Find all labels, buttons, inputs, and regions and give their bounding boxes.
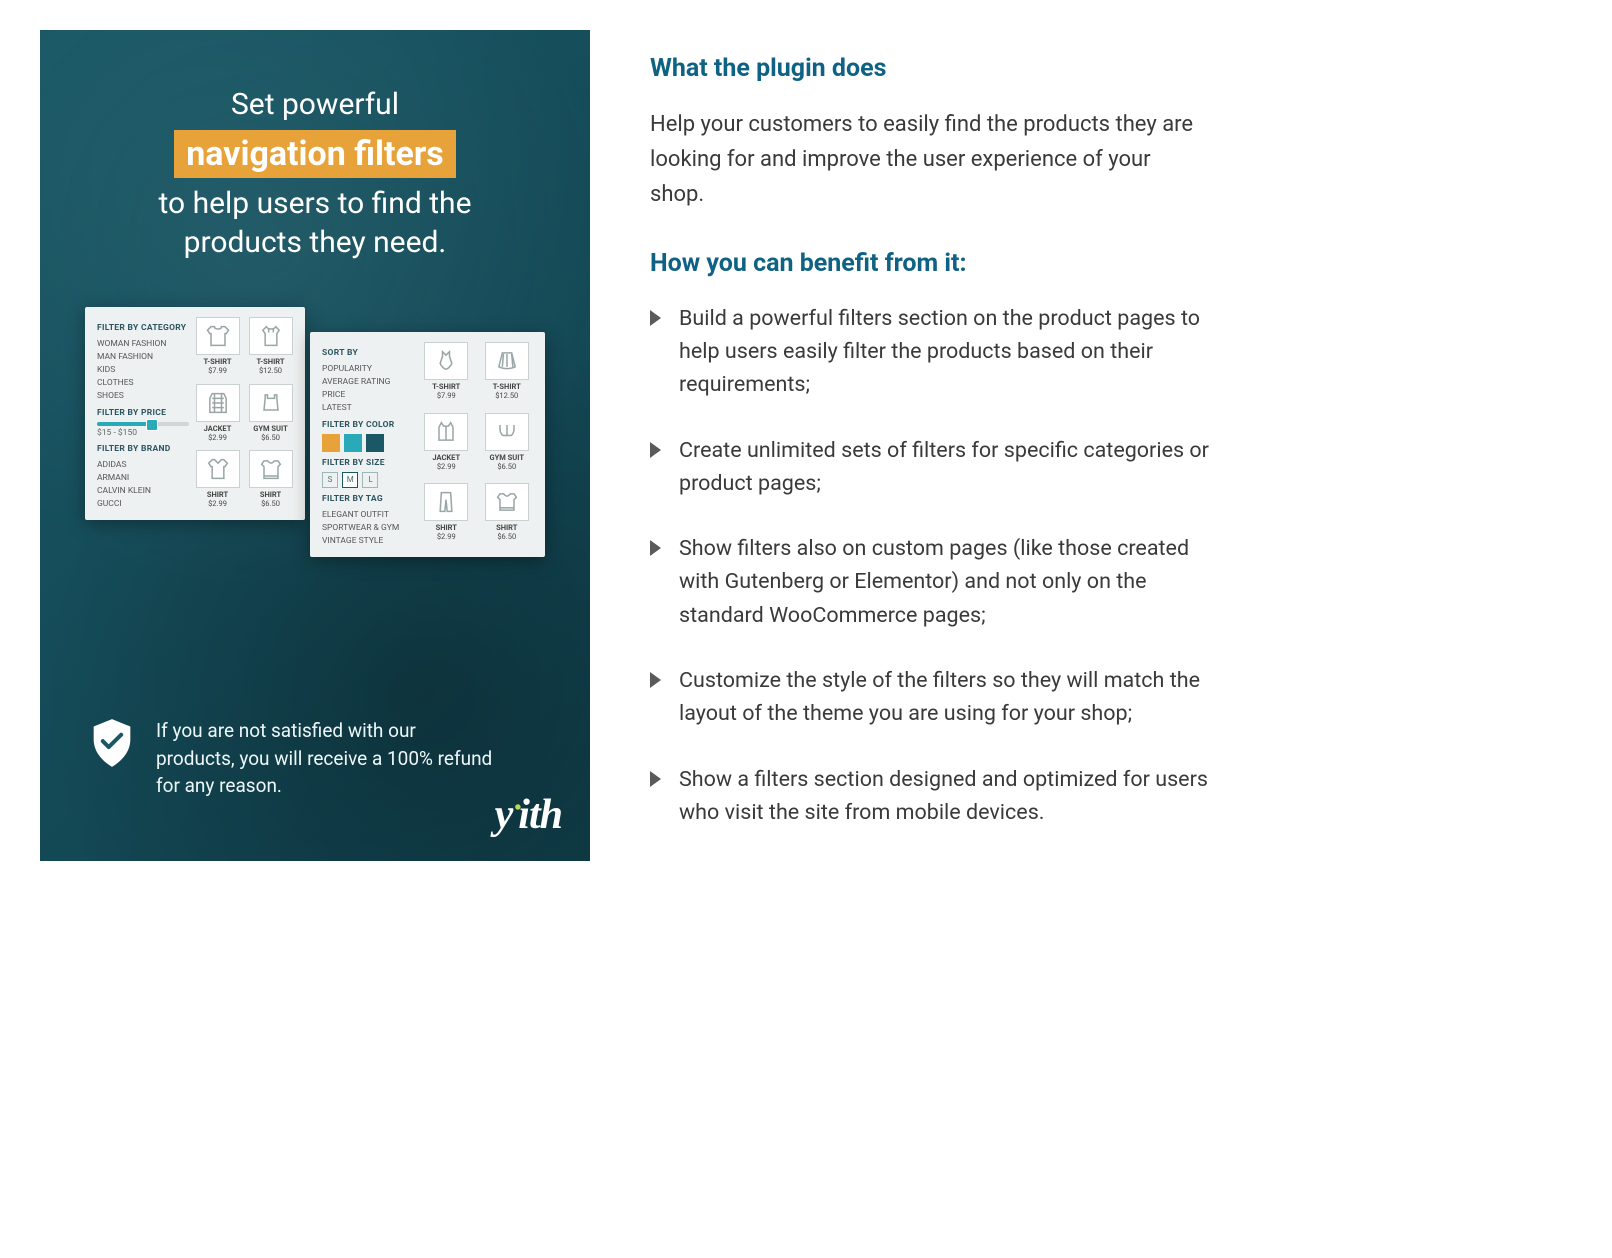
heading-benefits: How you can benefit from it: (650, 249, 1210, 278)
filter-brand-title: FILTER BY BRAND (97, 444, 189, 454)
filter-category-list: WOMAN FASHION MAN FASHION KIDS CLOTHES S… (97, 337, 189, 402)
product-tile: GYM SUIT $6.50 (248, 384, 293, 444)
refund-guarantee: If you are not satisfied with our produc… (80, 717, 550, 800)
chevron-right-icon (650, 672, 661, 688)
swatch-teal-icon (344, 434, 362, 452)
promo-panel: Set powerful navigation filters to help … (40, 30, 590, 861)
shirt-icon (204, 455, 232, 483)
benefits-list: Build a powerful filters section on the … (650, 302, 1210, 830)
benefit-text: Build a powerful filters section on the … (679, 302, 1210, 402)
price-slider (97, 422, 189, 426)
product-grid: T-SHIRT $7.99 T-SHIRT $12.50 JACKET $2.9… (420, 342, 533, 547)
sweater-icon (493, 488, 521, 516)
price-range-label: $15 - $150 (97, 428, 189, 438)
product-tile: SHIRT $6.50 (481, 483, 534, 547)
shield-check-icon (90, 717, 134, 769)
list-item: GUCCI (97, 497, 189, 510)
shirt-icon (257, 455, 285, 483)
filter-tag-title: FILTER BY TAG (322, 494, 414, 504)
size-l: L (362, 472, 378, 488)
headline-post-2: products they need. (184, 225, 447, 260)
list-item: SPORTWEAR & GYM (322, 521, 414, 534)
benefit-item: Build a powerful filters section on the … (650, 302, 1210, 402)
product-tile: GYM SUIT $6.50 (481, 413, 534, 477)
product-tile: T-SHIRT $7.99 (195, 317, 240, 377)
list-item: ADIDAS (97, 458, 189, 471)
filter-tag-list: ELEGANT OUTFIT SPORTWEAR & GYM VINTAGE S… (322, 508, 414, 547)
headline-highlight: navigation filters (174, 130, 456, 178)
product-tile: T-SHIRT $7.99 (420, 342, 473, 406)
filter-price-title: FILTER BY PRICE (97, 408, 189, 418)
size-s: S (322, 472, 338, 488)
hoodie-icon (257, 322, 285, 350)
list-item: AVERAGE RATING (322, 375, 414, 388)
chevron-right-icon (650, 540, 661, 556)
benefit-item: Show filters also on custom pages (like … (650, 532, 1210, 632)
sort-by-title: SORT BY (322, 348, 414, 358)
list-item: KIDS (97, 363, 189, 376)
chevron-right-icon (650, 310, 661, 326)
filter-brand-list: ADIDAS ARMANI CALVIN KLEIN GUCCI (97, 458, 189, 510)
content-column: What the plugin does Help your customers… (650, 30, 1210, 861)
product-tile: JACKET $2.99 (420, 413, 473, 477)
headline-pre: Set powerful (231, 87, 399, 122)
list-item: CALVIN KLEIN (97, 484, 189, 497)
size-m: M (342, 472, 358, 488)
swatch-dark-icon (366, 434, 384, 452)
product-tile: T-SHIRT $12.50 (248, 317, 293, 377)
filter-color-title: FILTER BY COLOR (322, 420, 414, 430)
benefit-text: Create unlimited sets of filters for spe… (679, 434, 1210, 501)
list-item: VINTAGE STYLE (322, 534, 414, 547)
swatch-orange-icon (322, 434, 340, 452)
benefit-item: Customize the style of the filters so th… (650, 664, 1210, 731)
product-grid: T-SHIRT $7.99 T-SHIRT $12.50 JACKET $2.9… (195, 317, 293, 510)
list-item: CLOTHES (97, 376, 189, 389)
list-item: POPULARITY (322, 362, 414, 375)
chevron-right-icon (650, 442, 661, 458)
list-item: PRICE (322, 388, 414, 401)
tshirt-icon (204, 322, 232, 350)
jacket-icon (204, 389, 232, 417)
promo-headline: Set powerful navigation filters to help … (80, 85, 550, 262)
benefit-text: Show filters also on custom pages (like … (679, 532, 1210, 632)
skirt-icon (493, 347, 521, 375)
color-swatches (322, 434, 414, 452)
bra-icon (493, 418, 521, 446)
pants-icon (432, 488, 460, 516)
vest-icon (432, 418, 460, 446)
lead-paragraph: Help your customers to easily find the p… (650, 107, 1210, 213)
yith-logo: y•ith (495, 791, 562, 839)
benefit-text: Show a filters section designed and opti… (679, 763, 1210, 830)
top-icon (257, 389, 285, 417)
filter-category-title: FILTER BY CATEGORY (97, 323, 189, 333)
product-tile: T-SHIRT $12.50 (481, 342, 534, 406)
sort-by-list: POPULARITY AVERAGE RATING PRICE LATEST (322, 362, 414, 414)
benefit-text: Customize the style of the filters so th… (679, 664, 1210, 731)
product-tile: JACKET $2.99 (195, 384, 240, 444)
list-item: ARMANI (97, 471, 189, 484)
benefit-item: Show a filters section designed and opti… (650, 763, 1210, 830)
product-tile: SHIRT $2.99 (420, 483, 473, 547)
heading-what-does: What the plugin does (650, 54, 1210, 83)
product-tile: SHIRT $6.50 (248, 450, 293, 510)
mockup-card-1: FILTER BY CATEGORY WOMAN FASHION MAN FAS… (85, 307, 305, 520)
list-item: ELEGANT OUTFIT (322, 508, 414, 521)
benefit-item: Create unlimited sets of filters for spe… (650, 434, 1210, 501)
refund-text: If you are not satisfied with our produc… (156, 717, 496, 800)
chevron-right-icon (650, 771, 661, 787)
list-item: MAN FASHION (97, 350, 189, 363)
mockup-stack: FILTER BY CATEGORY WOMAN FASHION MAN FAS… (85, 307, 545, 637)
headline-post-1: to help users to find the (159, 186, 472, 221)
product-tile: SHIRT $2.99 (195, 450, 240, 510)
list-item: LATEST (322, 401, 414, 414)
logo-dot-icon: • (514, 797, 520, 820)
list-item: SHOES (97, 389, 189, 402)
mockup-card-2: SORT BY POPULARITY AVERAGE RATING PRICE … (310, 332, 545, 557)
swimsuit-icon (432, 347, 460, 375)
size-buttons: S M L (322, 472, 414, 488)
list-item: WOMAN FASHION (97, 337, 189, 350)
filter-size-title: FILTER BY SIZE (322, 458, 414, 468)
